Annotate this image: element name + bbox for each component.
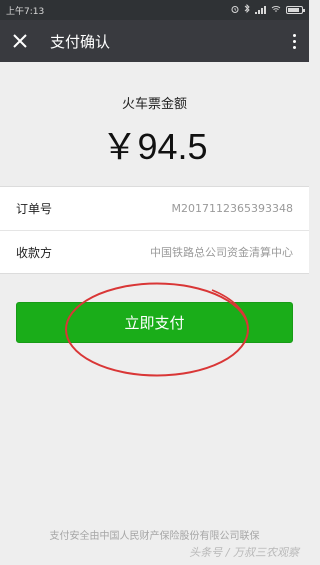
order-details-card: 订单号 M2017112365393348 收款方 中国铁路总公司资金清算中心 — [0, 186, 309, 274]
order-number-label: 订单号 — [16, 202, 53, 216]
status-bar: 上午7:13 — [0, 0, 309, 20]
close-button[interactable] — [0, 20, 40, 62]
pay-now-button[interactable]: 立即支付 — [16, 302, 293, 343]
order-number-value: M2017112365393348 — [171, 202, 293, 215]
order-number-row: 订单号 M2017112365393348 — [0, 187, 309, 230]
signal-strength-icon — [255, 6, 266, 14]
wifi-icon — [271, 5, 281, 16]
amount-section: 火车票金额 ￥94.5 — [0, 62, 309, 186]
amount-value: ￥94.5 — [101, 126, 208, 167]
battery-icon — [286, 6, 305, 14]
payee-label: 收款方 — [16, 245, 53, 260]
watermark-text: 头条号 / 万叔三农观察 — [189, 546, 299, 559]
payee-row: 收款方 中国铁路总公司资金清算中心 — [0, 230, 309, 273]
status-icons — [231, 3, 305, 16]
close-icon — [13, 34, 27, 48]
payee-value: 中国铁路总公司资金清算中心 — [150, 246, 293, 259]
title-bar: 支付确认 — [0, 20, 309, 62]
page-title: 支付确认 — [50, 32, 111, 51]
status-time: 上午7:13 — [6, 6, 45, 17]
security-footer-note: 支付安全由中国人民财产保险股份有限公司联保 — [49, 531, 260, 542]
more-vertical-icon — [292, 33, 296, 37]
more-options-button[interactable] — [279, 20, 309, 62]
amount-label: 火车票金额 — [121, 97, 187, 112]
alarm-icon — [231, 5, 239, 16]
bluetooth-icon — [244, 3, 250, 16]
